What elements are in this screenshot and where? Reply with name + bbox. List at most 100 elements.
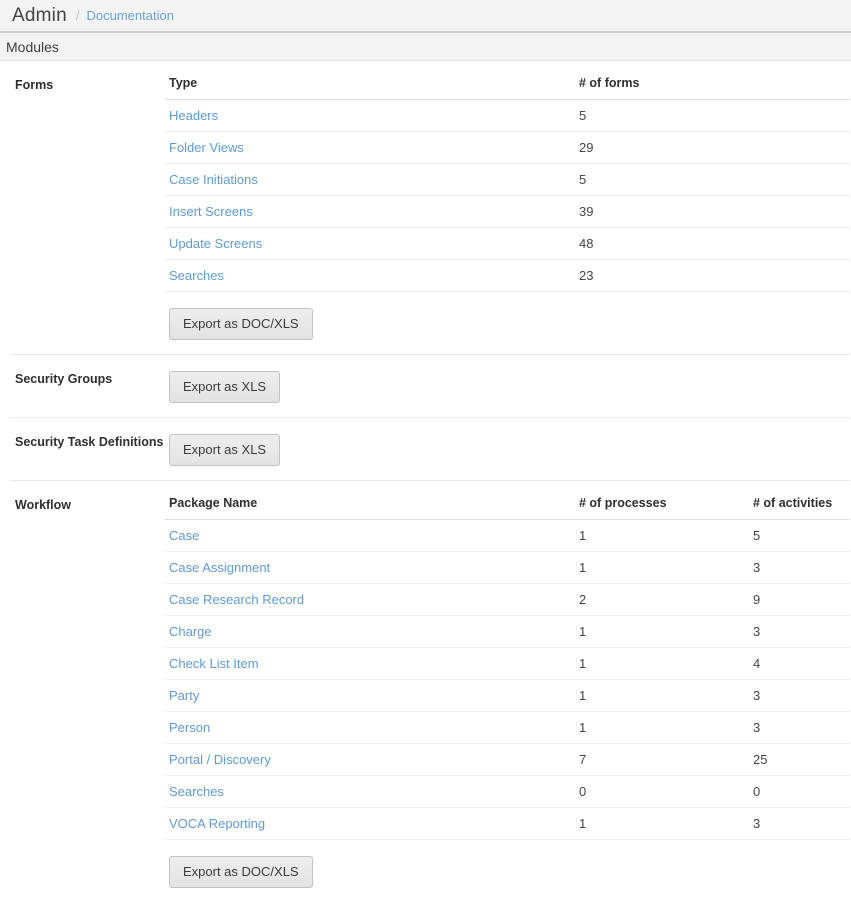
forms-export-button[interactable]: Export as DOC/XLS [169,308,313,340]
workflow-processes-cell: 1 [575,552,749,584]
section-body-security-task-definitions: Export as XLS [165,432,850,466]
workflow-link[interactable]: Case Research Record [169,592,304,607]
forms-count-cell: 29 [575,132,850,164]
workflow-package-cell: Person [165,712,575,744]
table-row: Case Assignment 1 3 [165,552,850,584]
workflow-link[interactable]: Check List Item [169,656,259,671]
workflow-processes-cell: 0 [575,776,749,808]
table-row: Charge 1 3 [165,616,850,648]
workflow-link[interactable]: Searches [169,784,224,799]
workflow-table: Package Name # of processes # of activit… [165,495,850,840]
table-row: Searches 0 0 [165,776,850,808]
forms-count-cell: 5 [575,164,850,196]
forms-column-count: # of forms [575,75,850,100]
workflow-activities-cell: 3 [749,552,850,584]
table-row: Headers 5 [165,100,850,132]
forms-count-cell: 39 [575,196,850,228]
forms-type-cell: Case Initiations [165,164,575,196]
table-row: Insert Screens 39 [165,196,850,228]
breadcrumb: Admin / Documentation [0,0,851,33]
workflow-link[interactable]: VOCA Reporting [169,816,265,831]
table-row: Searches 23 [165,260,850,292]
forms-type-cell: Insert Screens [165,196,575,228]
workflow-column-package: Package Name [165,495,575,520]
forms-type-cell: Folder Views [165,132,575,164]
workflow-activities-cell: 0 [749,776,850,808]
workflow-package-cell: Searches [165,776,575,808]
forms-count-cell: 48 [575,228,850,260]
breadcrumb-root: Admin [12,5,67,27]
workflow-link[interactable]: Party [169,688,199,703]
forms-link[interactable]: Headers [169,108,218,123]
forms-link[interactable]: Update Screens [169,236,262,251]
workflow-activities-cell: 3 [749,616,850,648]
workflow-activities-cell: 3 [749,680,850,712]
workflow-processes-cell: 1 [575,616,749,648]
section-workflow: Workflow Package Name # of processes # o… [10,481,850,902]
section-label-forms: Forms [10,75,165,94]
table-row: Case Initiations 5 [165,164,850,196]
section-forms: Forms Type # of forms Headers 5 [10,61,850,355]
workflow-activities-cell: 25 [749,744,850,776]
section-body-security-groups: Export as XLS [165,369,850,403]
forms-table-header-row: Type # of forms [165,75,850,100]
forms-count-cell: 5 [575,100,850,132]
workflow-processes-cell: 1 [575,648,749,680]
workflow-link[interactable]: Charge [169,624,212,639]
workflow-table-body: Case 1 5 Case Assignment 1 3 Case Resear… [165,520,850,840]
page-content: Forms Type # of forms Headers 5 [0,61,851,902]
workflow-link[interactable]: Person [169,720,210,735]
workflow-package-cell: Charge [165,616,575,648]
forms-link[interactable]: Case Initiations [169,172,258,187]
workflow-package-cell: Portal / Discovery [165,744,575,776]
workflow-activities-cell: 4 [749,648,850,680]
section-body-workflow: Package Name # of processes # of activit… [165,495,850,888]
workflow-processes-cell: 1 [575,808,749,840]
forms-link[interactable]: Insert Screens [169,204,253,219]
breadcrumb-link-documentation[interactable]: Documentation [86,8,173,23]
workflow-activities-cell: 3 [749,808,850,840]
workflow-package-cell: Check List Item [165,648,575,680]
workflow-link[interactable]: Portal / Discovery [169,752,271,767]
table-row: Person 1 3 [165,712,850,744]
workflow-table-header-row: Package Name # of processes # of activit… [165,495,850,520]
workflow-package-cell: Party [165,680,575,712]
workflow-processes-cell: 2 [575,584,749,616]
workflow-package-cell: VOCA Reporting [165,808,575,840]
section-label-security-task-definitions: Security Task Definitions [10,432,165,451]
workflow-column-activities: # of activities [749,495,850,520]
workflow-processes-cell: 7 [575,744,749,776]
workflow-link[interactable]: Case [169,528,199,543]
table-row: Case 1 5 [165,520,850,552]
workflow-activities-cell: 3 [749,712,850,744]
modules-title: Modules [6,39,59,55]
forms-type-cell: Update Screens [165,228,575,260]
section-body-forms: Type # of forms Headers 5 Folder Views 2… [165,75,850,340]
table-row: Check List Item 1 4 [165,648,850,680]
table-row: Party 1 3 [165,680,850,712]
workflow-export-button[interactable]: Export as DOC/XLS [169,856,313,888]
forms-type-cell: Searches [165,260,575,292]
workflow-column-processes: # of processes [575,495,749,520]
table-row: Portal / Discovery 7 25 [165,744,850,776]
workflow-link[interactable]: Case Assignment [169,560,270,575]
forms-column-type: Type [165,75,575,100]
forms-link[interactable]: Searches [169,268,224,283]
security-task-definitions-export-button[interactable]: Export as XLS [169,434,280,466]
workflow-processes-cell: 1 [575,520,749,552]
workflow-activities-cell: 5 [749,520,850,552]
forms-count-cell: 23 [575,260,850,292]
modules-bar: Modules [0,33,851,61]
section-label-security-groups: Security Groups [10,369,165,388]
forms-link[interactable]: Folder Views [169,140,244,155]
workflow-package-cell: Case Research Record [165,584,575,616]
table-row: Folder Views 29 [165,132,850,164]
table-row: Case Research Record 2 9 [165,584,850,616]
forms-table: Type # of forms Headers 5 Folder Views 2… [165,75,850,292]
workflow-processes-cell: 1 [575,680,749,712]
forms-type-cell: Headers [165,100,575,132]
workflow-activities-cell: 9 [749,584,850,616]
table-row: VOCA Reporting 1 3 [165,808,850,840]
security-groups-export-button[interactable]: Export as XLS [169,371,280,403]
section-security-groups: Security Groups Export as XLS [10,355,850,418]
